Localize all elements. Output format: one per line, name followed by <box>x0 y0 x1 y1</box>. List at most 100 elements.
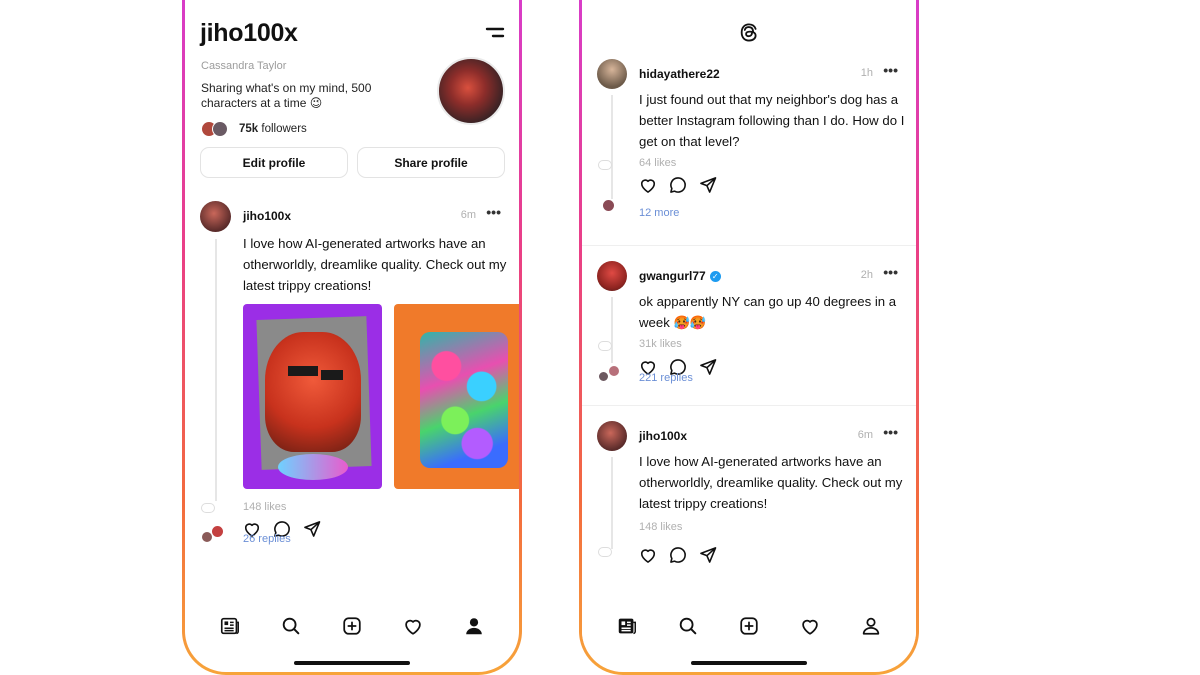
profile-bio: Sharing what's on my mind, 500 character… <box>201 81 372 110</box>
search-icon <box>679 617 697 635</box>
post-image-portrait[interactable] <box>243 304 382 489</box>
heart-icon <box>405 619 421 635</box>
tab-activity[interactable] <box>399 612 427 640</box>
thread-line <box>611 457 613 549</box>
tab-profile[interactable] <box>857 612 885 640</box>
tab-compose[interactable] <box>735 612 763 640</box>
menu-icon[interactable] <box>485 26 505 40</box>
profile-icon <box>863 617 880 635</box>
thread-line <box>611 95 613 199</box>
post-avatar[interactable] <box>597 261 627 291</box>
comment-icon[interactable] <box>668 545 688 565</box>
share-icon[interactable] <box>698 357 718 377</box>
compose-icon <box>343 617 361 635</box>
post-text: I love how AI-generated artworks have an… <box>243 236 507 293</box>
share-icon[interactable] <box>698 545 718 565</box>
profile-real-name: Cassandra Taylor <box>201 60 287 72</box>
post-text: I love how AI-generated artworks have an… <box>639 454 903 511</box>
profile-avatar[interactable] <box>437 57 505 125</box>
post-username[interactable]: hidayathere22 <box>639 67 720 81</box>
post-username[interactable]: jiho100x <box>243 209 291 223</box>
post-likes[interactable]: 148 likes <box>243 501 286 513</box>
followers-count: 75k <box>239 123 259 135</box>
post-time: 6m <box>460 209 476 221</box>
post-time: 6m <box>857 429 873 441</box>
tab-feed[interactable] <box>216 612 244 640</box>
post-username-text: jiho100x <box>639 429 688 443</box>
post-avatar[interactable] <box>200 201 231 232</box>
art-bar-shape <box>288 366 318 376</box>
tab-activity[interactable] <box>796 612 824 640</box>
reply-avatar <box>602 199 615 212</box>
post-time: 1h <box>860 67 873 79</box>
post-username-text: gwangurl77 <box>639 269 706 283</box>
feed-icon <box>618 618 636 635</box>
follower-avatars <box>201 121 231 137</box>
reply-avatar <box>608 365 620 377</box>
post-username-text: hidayathere22 <box>639 67 720 81</box>
followers-row[interactable]: 75k followers <box>201 121 307 137</box>
post-time: 2h <box>860 269 873 281</box>
reply-avatar <box>211 525 224 538</box>
profile-icon <box>466 618 483 635</box>
comment-icon[interactable] <box>668 175 688 195</box>
feed-screen: hidayathere22 1h ••• I just found out th… <box>582 0 916 672</box>
profile-phone-frame: jiho100x Cassandra Taylor Sharing what's… <box>182 0 522 675</box>
post-text: ok apparently NY can go up 40 degrees in… <box>639 294 897 330</box>
post-replies-link[interactable]: 26 replies <box>243 533 291 545</box>
tab-feed[interactable] <box>613 612 641 640</box>
more-options-icon[interactable]: ••• <box>883 424 898 440</box>
home-indicator <box>294 661 410 665</box>
thread-line <box>215 239 217 501</box>
share-icon[interactable] <box>698 175 718 195</box>
thread-end-bubble <box>598 341 612 351</box>
feed-icon <box>220 617 239 635</box>
post-actions <box>638 545 718 565</box>
threads-logo-icon[interactable] <box>738 21 760 43</box>
post-replies-link[interactable]: 221 replies <box>639 372 693 384</box>
compose-icon <box>740 617 758 635</box>
search-icon <box>282 617 300 635</box>
post-text: I just found out that my neighbor's dog … <box>639 92 905 149</box>
post-avatar[interactable] <box>597 59 627 89</box>
tab-search[interactable] <box>674 612 702 640</box>
profile-buttons: Edit profile Share profile <box>200 147 505 178</box>
post-images <box>243 304 519 489</box>
more-options-icon[interactable]: ••• <box>883 264 898 280</box>
post-avatar[interactable] <box>597 421 627 451</box>
follower-avatar <box>212 121 228 137</box>
heart-icon <box>802 619 818 635</box>
post-likes[interactable]: 64 likes <box>639 157 676 169</box>
verified-badge-icon: ✓ <box>709 270 721 282</box>
edit-profile-button[interactable]: Edit profile <box>200 147 348 178</box>
art-blob-shape <box>278 454 348 480</box>
home-indicator <box>691 661 807 665</box>
followers-count-text: 75k followers <box>239 123 307 135</box>
profile-username: jiho100x <box>200 19 298 47</box>
more-options-icon[interactable]: ••• <box>883 62 898 78</box>
thread-end-bubble <box>598 160 612 170</box>
post-more-replies-link[interactable]: 12 more <box>639 207 679 219</box>
post-actions <box>638 175 718 195</box>
heart-icon[interactable] <box>638 175 658 195</box>
post-likes[interactable]: 148 likes <box>639 521 682 533</box>
followers-label: followers <box>261 123 307 135</box>
post-likes[interactable]: 31k likes <box>639 338 682 350</box>
post-divider <box>582 245 916 246</box>
tab-search[interactable] <box>277 612 305 640</box>
tab-compose[interactable] <box>338 612 366 640</box>
reply-avatars <box>598 365 622 387</box>
thread-line <box>611 297 613 363</box>
post-username[interactable]: jiho100x <box>639 429 687 443</box>
post-image-abstract[interactable] <box>394 304 519 489</box>
share-profile-button[interactable]: Share profile <box>357 147 505 178</box>
more-options-icon[interactable]: ••• <box>486 204 501 220</box>
bottom-tab-bar <box>582 606 916 646</box>
post-username[interactable]: gwangurl77 ✓ <box>639 269 721 283</box>
share-icon[interactable] <box>302 519 322 539</box>
tab-profile[interactable] <box>460 612 488 640</box>
art-swirl-shape <box>420 332 508 468</box>
thread-end-bubble <box>201 503 215 513</box>
profile-screen: jiho100x Cassandra Taylor Sharing what's… <box>185 0 519 672</box>
heart-icon[interactable] <box>638 545 658 565</box>
